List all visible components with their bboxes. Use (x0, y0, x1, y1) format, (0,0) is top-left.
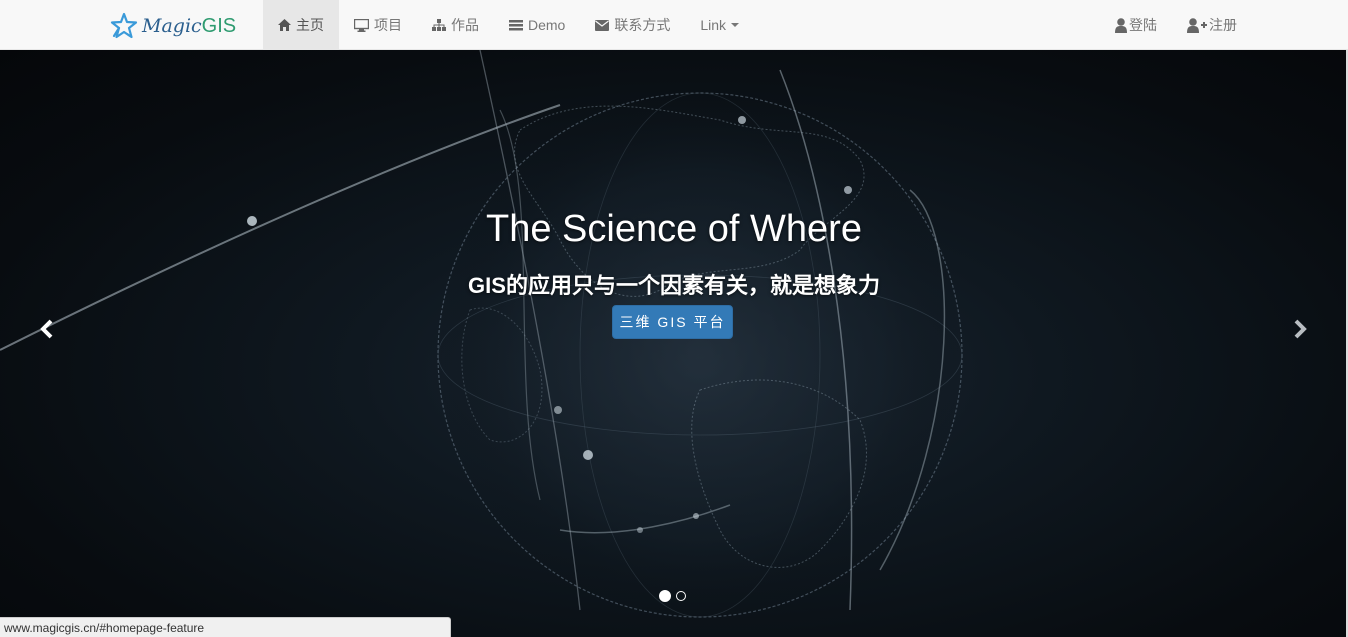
carousel-prev-button[interactable] (32, 314, 62, 344)
browser-status-bar: www.magicgis.cn/#homepage-feature (0, 617, 451, 637)
hero-carousel: The Science of Where GIS的应用只与一个因素有关，就是想象… (0, 50, 1348, 637)
user-icon (1115, 17, 1127, 33)
nav-login[interactable]: 登陆 (1100, 0, 1172, 50)
nav-demo[interactable]: Demo (494, 0, 580, 50)
brand-logo[interactable]: MagicGIS (110, 12, 236, 40)
carousel-indicator-1[interactable] (659, 590, 671, 602)
nav-works[interactable]: 作品 (417, 0, 494, 50)
nav-projects-label: 项目 (374, 17, 402, 33)
sitemap-icon (432, 19, 446, 31)
list-icon (509, 19, 523, 31)
carousel-next-button[interactable] (1285, 314, 1315, 344)
nav-register[interactable]: 注册 (1172, 0, 1252, 50)
nav-demo-label: Demo (528, 17, 566, 33)
chevron-right-icon (1294, 319, 1307, 339)
envelope-icon (595, 19, 610, 31)
caret-down-icon (731, 23, 740, 27)
brand-name: MagicGIS (142, 14, 237, 37)
nav-works-label: 作品 (451, 17, 479, 33)
globe-background-image (0, 50, 965, 620)
user-plus-icon (1187, 17, 1207, 33)
nav-link-label: Link (700, 17, 727, 33)
star-logo-icon (110, 12, 138, 39)
3d-gis-platform-button[interactable]: 三维 GIS 平台 (612, 305, 733, 339)
chevron-left-icon (40, 319, 53, 339)
home-icon (278, 19, 291, 31)
carousel-indicators (659, 590, 686, 602)
nav-projects[interactable]: 项目 (339, 0, 417, 50)
top-navbar: MagicGIS 主页 项目 作品 Demo 联系方式 Link 登陆 注册 (0, 0, 1348, 50)
hero-subtitle: GIS的应用只与一个因素有关，就是想象力 (468, 273, 880, 298)
nav-link-dropdown[interactable]: Link (685, 0, 754, 50)
nav-home-label: 主页 (296, 17, 324, 33)
user-nav: 登陆 注册 (1100, 0, 1252, 50)
nav-login-label: 登陆 (1129, 17, 1157, 33)
monitor-icon (354, 18, 369, 32)
carousel-indicator-2[interactable] (676, 591, 686, 601)
nav-register-label: 注册 (1209, 17, 1237, 33)
nav-home[interactable]: 主页 (263, 0, 339, 50)
hero-title: The Science of Where (486, 208, 862, 250)
main-nav: 主页 项目 作品 Demo 联系方式 Link (263, 0, 754, 50)
nav-contact[interactable]: 联系方式 (580, 0, 685, 50)
nav-contact-label: 联系方式 (614, 17, 671, 33)
